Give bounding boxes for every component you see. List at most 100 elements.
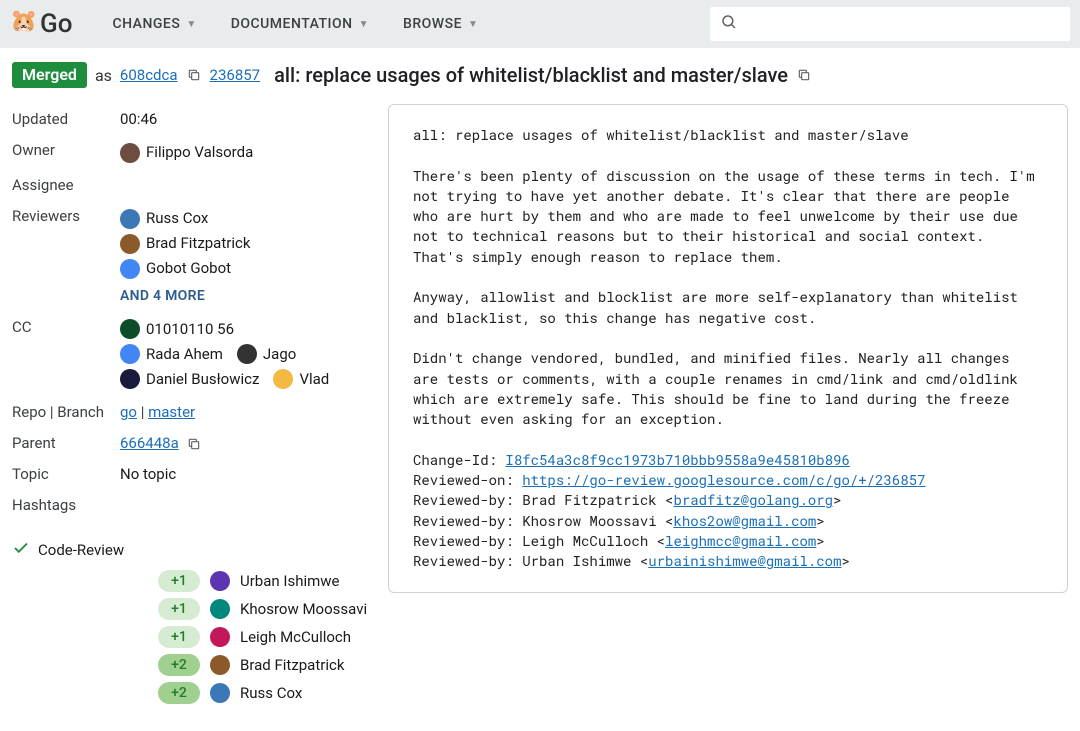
- cc-chip[interactable]: Jago: [237, 342, 296, 367]
- reviewed-on-label: Reviewed-on:: [413, 470, 522, 489]
- voter-name[interactable]: Russ Cox: [240, 684, 302, 702]
- avatar-icon: [120, 209, 140, 229]
- change-subheader: Merged as 608cdca 236857 all: replace us…: [0, 48, 1080, 98]
- email-link[interactable]: urbainishimwe@gmail.com: [648, 551, 841, 570]
- avatar-icon: [210, 571, 230, 591]
- commit-message-panel: all: replace usages of whitelist/blackli…: [388, 104, 1068, 593]
- voter-name[interactable]: Urban Ishimwe: [240, 572, 340, 590]
- person-name: Rada Ahem: [146, 344, 223, 365]
- change-id-link[interactable]: I8fc54a3c8f9cc1973b710bbb9558a9e45810b89…: [505, 450, 849, 469]
- as-text: as: [95, 66, 112, 85]
- voter-name[interactable]: Khosrow Moossavi: [240, 600, 367, 618]
- person-name: 01010110 56: [146, 319, 234, 340]
- code-review-section: Code-Review +1 Urban Ishimwe +1 Khosrow …: [12, 539, 372, 707]
- owner-name: Filippo Valsorda: [146, 142, 253, 163]
- email-link[interactable]: khos2ow@gmail.com: [673, 511, 816, 530]
- repo-link[interactable]: go: [120, 403, 137, 421]
- avatar-icon: [273, 369, 293, 389]
- vote-chip: +1: [158, 598, 200, 620]
- voter-name[interactable]: Brad Fitzpatrick: [240, 656, 344, 674]
- vote-chip: +1: [158, 626, 200, 648]
- reviewed-by-line: Reviewed-by: Brad Fitzpatrick <: [413, 490, 673, 509]
- avatar-icon: [210, 627, 230, 647]
- reviewed-on-link[interactable]: https://go-review.googlesource.com/c/go/…: [522, 470, 925, 489]
- avatar-icon: [120, 259, 140, 279]
- vote-row: +1 Khosrow Moossavi: [12, 595, 372, 623]
- top-header: 🐹 Go CHANGES ▼ DOCUMENTATION ▼ BROWSE ▼: [0, 0, 1080, 48]
- assignee-label: Assignee: [12, 175, 120, 196]
- msg-title: all: replace usages of whitelist/blackli…: [413, 125, 909, 144]
- reviewer-chip[interactable]: Russ Cox: [120, 206, 372, 231]
- person-name: Jago: [263, 344, 296, 365]
- cc-chip[interactable]: 01010110 56: [120, 317, 372, 342]
- hashtags-label: Hashtags: [12, 495, 120, 516]
- avatar-icon: [120, 319, 140, 339]
- more-reviewers-link[interactable]: AND 4 MORE: [120, 281, 205, 307]
- person-name: Daniel Busłowicz: [146, 369, 259, 390]
- reviewed-by-line: Reviewed-by: Leigh McCulloch <: [413, 531, 665, 550]
- gopher-logo-icon: 🐹: [10, 9, 34, 39]
- status-badge: Merged: [12, 62, 87, 88]
- change-title: all: replace usages of whitelist/blackli…: [274, 63, 788, 87]
- reviewers-label: Reviewers: [12, 206, 120, 307]
- cc-chip[interactable]: Daniel Busłowicz: [120, 367, 259, 392]
- reviewed-by-line: Reviewed-by: Khosrow Moossavi <: [413, 511, 673, 530]
- copy-icon[interactable]: [796, 67, 812, 83]
- vote-row: +2 Brad Fitzpatrick: [12, 651, 372, 679]
- msg-para: Didn't change vendored, bundled, and min…: [413, 348, 1026, 428]
- reviewed-by-line: Reviewed-by: Urban Ishimwe <: [413, 551, 648, 570]
- person-name: Russ Cox: [146, 208, 208, 229]
- commit-sha-link[interactable]: 608cdca: [120, 66, 178, 84]
- vote-row: +2 Russ Cox: [12, 679, 372, 707]
- search-input[interactable]: [746, 16, 1060, 32]
- person-name: Brad Fitzpatrick: [146, 233, 250, 254]
- email-link[interactable]: leighmcc@gmail.com: [665, 531, 816, 550]
- parent-sha-link[interactable]: 666448a: [120, 434, 179, 452]
- cc-chip[interactable]: Vlad: [273, 367, 329, 392]
- branch-link[interactable]: master: [148, 403, 195, 421]
- avatar-icon: [120, 234, 140, 254]
- topic-label: Topic: [12, 464, 120, 485]
- vote-row: +1 Urban Ishimwe: [12, 567, 372, 595]
- nav-documentation[interactable]: DOCUMENTATION ▼: [217, 0, 383, 48]
- avatar-icon: [120, 143, 140, 163]
- voter-name[interactable]: Leigh McCulloch: [240, 628, 351, 646]
- vote-chip: +1: [158, 570, 200, 592]
- change-number-link[interactable]: 236857: [210, 66, 261, 84]
- code-review-label: Code-Review: [38, 541, 124, 559]
- reviewer-chip[interactable]: Brad Fitzpatrick: [120, 231, 372, 256]
- nav-changes[interactable]: CHANGES ▼: [98, 0, 210, 48]
- cc-chip[interactable]: Rada Ahem: [120, 342, 223, 367]
- nav-label: BROWSE: [403, 16, 462, 32]
- chevron-down-icon: ▼: [359, 19, 369, 30]
- avatar-icon: [210, 655, 230, 675]
- copy-icon[interactable]: [186, 67, 202, 83]
- check-icon: [12, 539, 30, 561]
- nav-label: CHANGES: [112, 16, 180, 32]
- avatar-icon: [210, 683, 230, 703]
- person-name: Gobot Gobot: [146, 258, 231, 279]
- search-box[interactable]: [710, 7, 1070, 41]
- reviewer-chip[interactable]: Gobot Gobot: [120, 256, 372, 281]
- search-icon: [720, 13, 738, 36]
- msg-para: Anyway, allowlist and blocklist are more…: [413, 287, 1026, 326]
- avatar-icon: [237, 344, 257, 364]
- avatar-icon: [120, 369, 140, 389]
- nav-browse[interactable]: BROWSE ▼: [389, 0, 492, 48]
- owner-chip[interactable]: Filippo Valsorda: [120, 140, 372, 165]
- copy-icon[interactable]: [186, 436, 202, 452]
- updated-value: 00:46: [120, 109, 372, 130]
- chevron-down-icon: ▼: [468, 19, 478, 30]
- vote-chip: +2: [158, 682, 200, 704]
- owner-label: Owner: [12, 140, 120, 165]
- topic-value: No topic: [120, 464, 372, 485]
- avatar-icon: [120, 344, 140, 364]
- vote-chip: +2: [158, 654, 200, 676]
- parent-label: Parent: [12, 433, 120, 454]
- cc-label: CC: [12, 317, 120, 392]
- metadata-sidebar: Updated 00:46 Owner Filippo Valsorda Ass…: [12, 104, 372, 707]
- email-link[interactable]: bradfitz@golang.org: [673, 490, 833, 509]
- vote-row: +1 Leigh McCulloch: [12, 623, 372, 651]
- avatar-icon: [210, 599, 230, 619]
- repo-branch-label: Repo | Branch: [12, 402, 120, 423]
